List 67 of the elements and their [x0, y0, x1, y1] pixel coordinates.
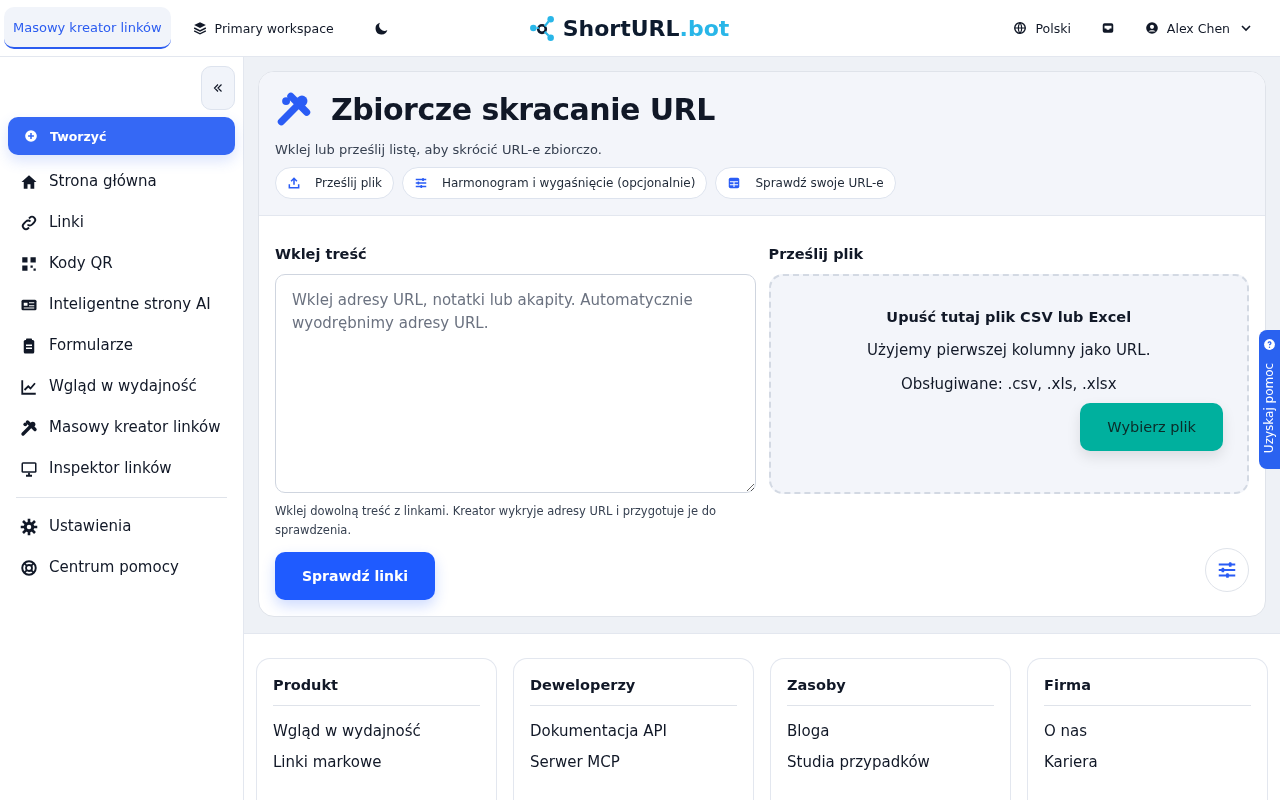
step-chip[interactable]: Prześlij plik	[275, 167, 394, 199]
nav-tab[interactable]: Masowy kreator linków	[4, 7, 171, 49]
drop-text: Użyjemy pierwszej kolumny jako URL.	[867, 341, 1151, 359]
sidebar-item[interactable]: Masowy kreator linków	[8, 407, 235, 448]
collapse-button[interactable]	[201, 66, 235, 110]
drop-title: Upuść tutaj plik CSV lub Excel	[886, 309, 1132, 325]
double-chevron-icon	[211, 81, 225, 95]
sidebar-item[interactable]: Wgląd w wydajność	[8, 366, 235, 407]
brand-name: ShortURL.bot	[562, 15, 730, 41]
footer-link[interactable]: Bloga	[787, 718, 994, 749]
plus-icon	[24, 129, 38, 143]
create-button[interactable]: Tworzyć	[8, 117, 235, 155]
sidebar-item[interactable]: Inteligentne strony AI	[8, 284, 235, 325]
moon-icon	[373, 20, 390, 36]
sidebar-item[interactable]: Kody QR	[8, 243, 235, 284]
footer-link[interactable]: Kariera	[1044, 749, 1251, 780]
user-menu[interactable]: Alex Chen	[1144, 14, 1254, 42]
sidebar-item[interactable]: Linki	[8, 202, 235, 243]
sliders-icon	[413, 176, 428, 190]
sliders-icon	[1216, 559, 1238, 581]
upload-icon	[287, 176, 301, 190]
field-label: Wklej treść	[275, 246, 368, 262]
footer-heading: Firma	[1044, 677, 1251, 706]
footer-link[interactable]: Wgląd w wydajność	[273, 718, 480, 749]
sidebar-item[interactable]: Ustawienia	[8, 506, 235, 547]
footer-link[interactable]: Linki markowe	[273, 749, 480, 780]
paste-field[interactable]: Wklej adresy URL, notatki lub akapity. Automatycznie wyodrębnimy adresy URL.	[275, 274, 756, 493]
sidebar-item[interactable]: Strona główna	[8, 161, 235, 202]
qr-code-icon	[20, 254, 38, 273]
footer-link[interactable]: O nas	[1044, 718, 1251, 749]
table-icon	[727, 176, 742, 190]
settings-button[interactable]	[1205, 548, 1249, 592]
layers-icon	[192, 21, 207, 35]
tools-icon	[275, 90, 313, 128]
drop-text: Obsługiwane: .csv, .xls, .xlsx	[901, 375, 1117, 393]
tools-icon	[20, 418, 38, 437]
sidebar-item[interactable]: Inspektor linków	[8, 448, 235, 489]
language-button[interactable]: Polski	[1013, 14, 1071, 42]
check-links-button[interactable]: Sprawdź linki	[275, 552, 436, 600]
settings-icon	[20, 517, 38, 536]
field-label: Prześlij plik	[768, 246, 865, 262]
footer-heading: Deweloperzy	[530, 677, 737, 706]
help-icon	[1263, 338, 1276, 351]
monitor-icon	[20, 459, 38, 478]
footer-link[interactable]: Dokumentacja API	[530, 718, 737, 749]
footer-heading: Zasoby	[787, 677, 994, 706]
choose-file-button[interactable]: Wybierz plik	[1080, 403, 1223, 451]
logo-icon	[528, 15, 555, 41]
lifebuoy-icon	[20, 558, 38, 577]
field-hint: Wklej dowolną treść z linkami. Kreator wykryje adresy URL i przygotuje je do sprawdzenia.	[275, 503, 717, 539]
link-icon	[20, 213, 38, 232]
footer-link[interactable]: Studia przypadków	[787, 749, 994, 780]
globe-icon	[1013, 21, 1028, 35]
help-tab[interactable]: Uzyskaj pomoc	[1259, 330, 1280, 469]
inbox-icon	[1100, 21, 1115, 35]
sidebar-item[interactable]: Centrum pomocy	[8, 547, 235, 588]
step-chip[interactable]: Sprawdź swoje URL-e	[715, 167, 896, 199]
sidebar-item[interactable]: Formularze	[8, 325, 235, 366]
line-chart-icon	[20, 377, 38, 396]
step-chip[interactable]: Harmonogram i wygaśnięcie (opcjonalnie)	[401, 167, 708, 199]
footer-heading: Produkt	[273, 677, 480, 706]
page-subtitle: Wklej lub prześlij listę, aby skrócić URL-e zbiorczo.	[275, 142, 603, 157]
workspace-button[interactable]: Primary workspace	[178, 14, 348, 42]
avatar-icon	[1144, 21, 1159, 35]
page-title: Zbiorcze skracanie URL	[331, 91, 715, 127]
drop-zone[interactable]: Upuść tutaj plik CSV lub Excel Użyjemy pierwszej kolumny jako URL. Obsługiwane: .csv, .xls, .xlsx Wybierz plik	[768, 274, 1249, 494]
footer-link[interactable]: Serwer MCP	[530, 749, 737, 780]
